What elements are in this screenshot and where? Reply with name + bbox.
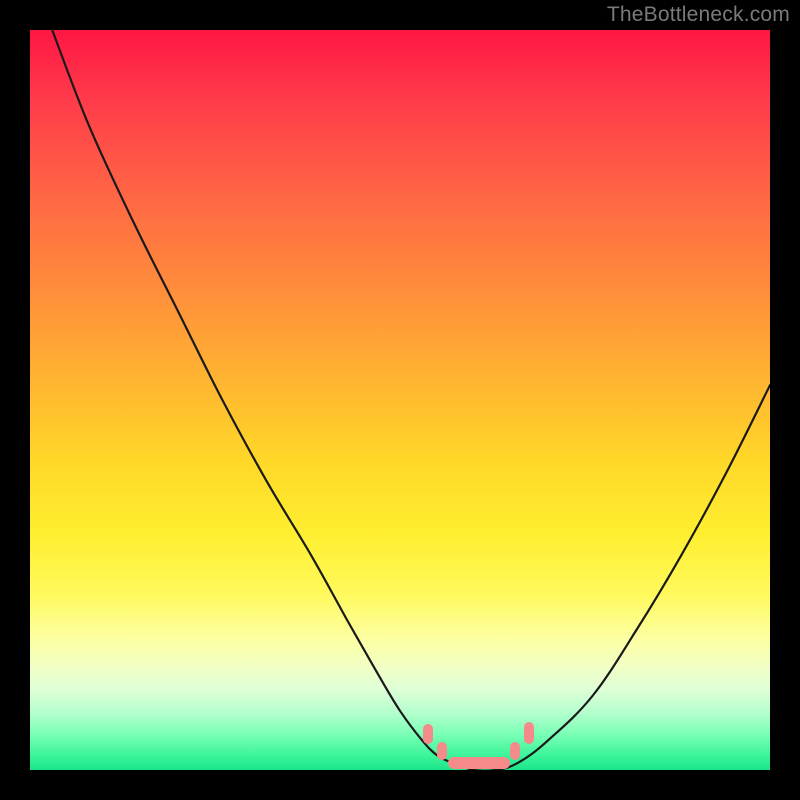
optimal-marker-4 [524, 722, 534, 744]
optimal-marker-1 [423, 724, 433, 744]
optimal-marker-2 [437, 742, 447, 760]
bottleneck-curve [30, 30, 770, 770]
optimal-marker-3 [510, 742, 520, 760]
plot-area [30, 30, 770, 770]
chart-frame: TheBottleneck.com [0, 0, 800, 800]
optimal-flat-marker [448, 757, 510, 769]
watermark-text: TheBottleneck.com [607, 3, 790, 27]
